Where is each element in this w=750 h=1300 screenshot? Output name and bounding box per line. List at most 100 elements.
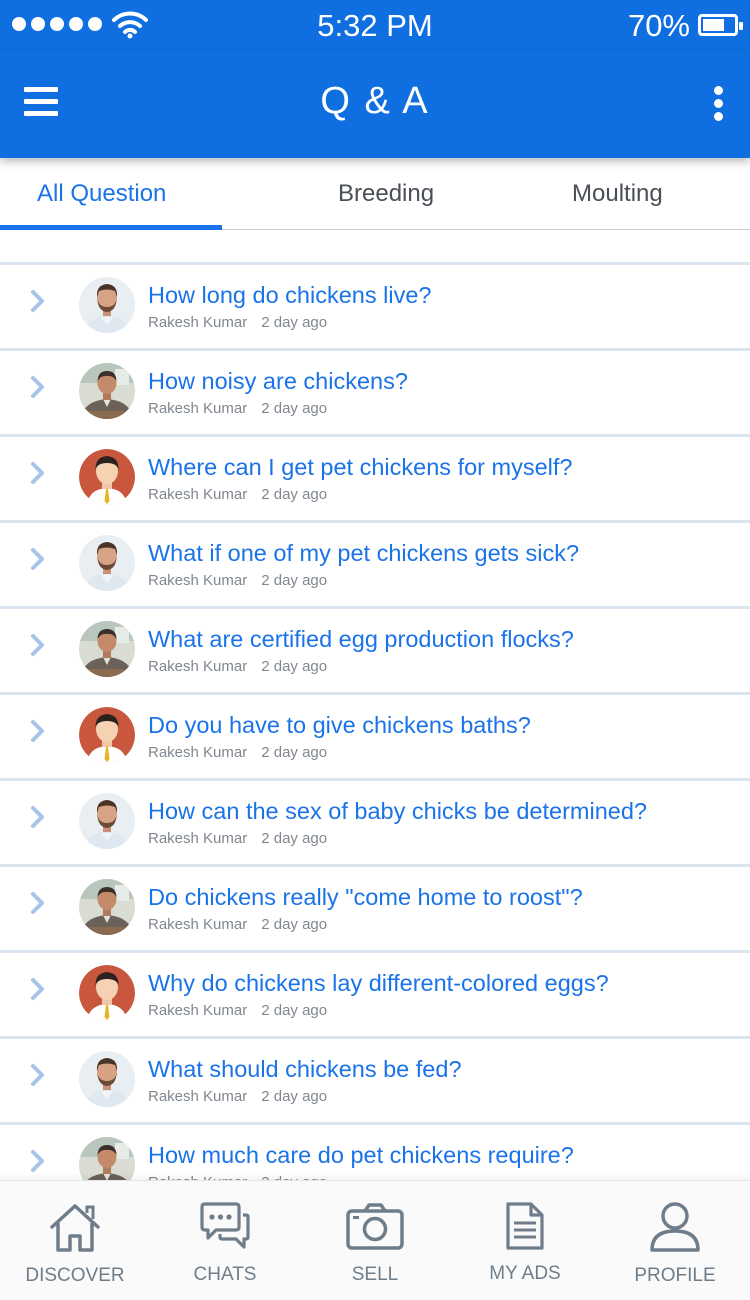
question-title: Where can I get pet chickens for myself?	[148, 454, 573, 480]
question-title: How much care do pet chickens require?	[148, 1142, 574, 1168]
tab-all-question[interactable]: All Question	[37, 180, 166, 208]
question-time: 2 day ago	[261, 486, 328, 503]
tab-breeding[interactable]: Breeding	[338, 180, 434, 208]
avatar	[79, 879, 135, 935]
user-icon	[650, 1202, 700, 1252]
nav-label-sell: SELL	[351, 1264, 399, 1285]
active-tab-indicator	[0, 225, 222, 230]
chevron-right-icon	[31, 376, 44, 398]
question-row[interactable]: What are certified egg production flocks…	[0, 606, 750, 692]
document-icon	[506, 1202, 544, 1250]
nav-sell[interactable]: SELL	[300, 1181, 450, 1300]
question-row[interactable]: Do you have to give chickens baths? Rakes…	[0, 692, 750, 778]
question-author: Rakesh Kumar	[148, 830, 248, 847]
avatar	[79, 363, 135, 419]
question-author: Rakesh Kumar	[148, 916, 248, 933]
question-time: 2 day ago	[261, 830, 328, 847]
question-author: Rakesh Kumar	[148, 744, 248, 761]
chevron-right-icon	[31, 892, 44, 914]
question-title: How noisy are chickens?	[148, 368, 408, 394]
question-meta: Rakesh Kumar 2 day ago	[148, 314, 327, 331]
question-author: Rakesh Kumar	[148, 314, 248, 331]
question-row[interactable]: How can the sex of baby chicks be determ…	[0, 778, 750, 864]
page-title: Q & A	[320, 80, 430, 122]
question-time: 2 day ago	[261, 400, 328, 417]
question-time: 2 day ago	[261, 1002, 328, 1019]
chevron-right-icon	[31, 720, 44, 742]
tab-moulting[interactable]: Moulting	[572, 180, 663, 208]
question-time: 2 day ago	[261, 744, 328, 761]
nav-my-ads[interactable]: MY ADS	[450, 1181, 600, 1300]
question-author: Rakesh Kumar	[148, 658, 248, 675]
question-row[interactable]: Why do chickens lay different-colored eg…	[0, 950, 750, 1036]
question-meta: Rakesh Kumar 2 day ago	[148, 400, 327, 417]
question-row[interactable]: What should chickens be fed? Rakesh Kumar…	[0, 1036, 750, 1122]
question-row[interactable]: How long do chickens live? Rakesh Kumar 2 …	[0, 262, 750, 348]
question-time: 2 day ago	[261, 1088, 328, 1105]
question-title: What are certified egg production flocks…	[148, 626, 574, 652]
question-title: Why do chickens lay different-colored eg…	[148, 970, 609, 996]
battery-icon	[698, 14, 743, 36]
avatar	[79, 965, 135, 1021]
home-icon	[50, 1204, 100, 1252]
question-title: What should chickens be fed?	[148, 1056, 462, 1082]
question-title: How can the sex of baby chicks be determ…	[148, 798, 647, 824]
nav-label-discover: DISCOVER	[25, 1265, 125, 1286]
question-title: Do you have to give chickens baths?	[148, 712, 531, 738]
nav-profile[interactable]: PROFILE	[600, 1181, 750, 1300]
question-meta: Rakesh Kumar 2 day ago	[148, 1002, 327, 1019]
chevron-right-icon	[31, 978, 44, 1000]
more-options-icon[interactable]	[714, 86, 724, 122]
question-row[interactable]: How noisy are chickens? Rakesh Kumar 2 day…	[0, 348, 750, 434]
question-meta: Rakesh Kumar 2 day ago	[148, 486, 327, 503]
chevron-right-icon	[31, 1064, 44, 1086]
chevron-right-icon	[31, 1150, 44, 1172]
question-title: How long do chickens live?	[148, 282, 432, 308]
chat-icon	[200, 1202, 250, 1249]
question-row[interactable]: Do chickens really "come home to roost"?…	[0, 864, 750, 950]
nav-chats[interactable]: CHATS	[150, 1181, 300, 1300]
camera-icon	[346, 1203, 404, 1250]
question-meta: Rakesh Kumar 2 day ago	[148, 572, 327, 589]
question-meta: Rakesh Kumar 2 day ago	[148, 744, 327, 761]
bottom-navigation: DISCOVER CHATS SELL MY ADS PROFILE	[0, 1180, 750, 1300]
chevron-right-icon	[31, 462, 44, 484]
question-meta: Rakesh Kumar 2 day ago	[148, 830, 327, 847]
chevron-right-icon	[31, 806, 44, 828]
question-row[interactable]: Where can I get pet chickens for myself?…	[0, 434, 750, 520]
avatar	[79, 449, 135, 505]
question-list: How long do chickens live? Rakesh Kumar 2 …	[0, 262, 750, 1208]
question-author: Rakesh Kumar	[148, 572, 248, 589]
nav-discover[interactable]: DISCOVER	[0, 1181, 150, 1300]
question-author: Rakesh Kumar	[148, 1002, 248, 1019]
question-row[interactable]: What if one of my pet chickens gets sick…	[0, 520, 750, 606]
status-bar: 5:32 PM 70%	[0, 0, 750, 52]
avatar	[79, 1051, 135, 1107]
avatar	[79, 707, 135, 763]
question-author: Rakesh Kumar	[148, 1088, 248, 1105]
question-time: 2 day ago	[261, 658, 328, 675]
avatar	[79, 277, 135, 333]
question-time: 2 day ago	[261, 314, 328, 331]
app-header: Q & A	[0, 52, 750, 158]
nav-label-my-ads: MY ADS	[489, 1263, 561, 1284]
chevron-right-icon	[31, 634, 44, 656]
question-time: 2 day ago	[261, 916, 328, 933]
chevron-right-icon	[31, 548, 44, 570]
chevron-right-icon	[31, 290, 44, 312]
avatar	[79, 621, 135, 677]
question-meta: Rakesh Kumar 2 day ago	[148, 658, 327, 675]
avatar	[79, 535, 135, 591]
question-author: Rakesh Kumar	[148, 486, 248, 503]
question-meta: Rakesh Kumar 2 day ago	[148, 1088, 327, 1105]
question-title: Do chickens really "come home to roost"?	[148, 884, 583, 910]
question-author: Rakesh Kumar	[148, 400, 248, 417]
question-time: 2 day ago	[261, 572, 328, 589]
question-meta: Rakesh Kumar 2 day ago	[148, 916, 327, 933]
nav-label-chats: CHATS	[193, 1264, 257, 1285]
avatar	[79, 793, 135, 849]
nav-label-profile: PROFILE	[634, 1265, 716, 1286]
question-title: What if one of my pet chickens gets sick…	[148, 540, 580, 566]
category-tabs: All Question Breeding Moulting	[0, 160, 750, 230]
battery-percentage: 70%	[627, 8, 690, 43]
